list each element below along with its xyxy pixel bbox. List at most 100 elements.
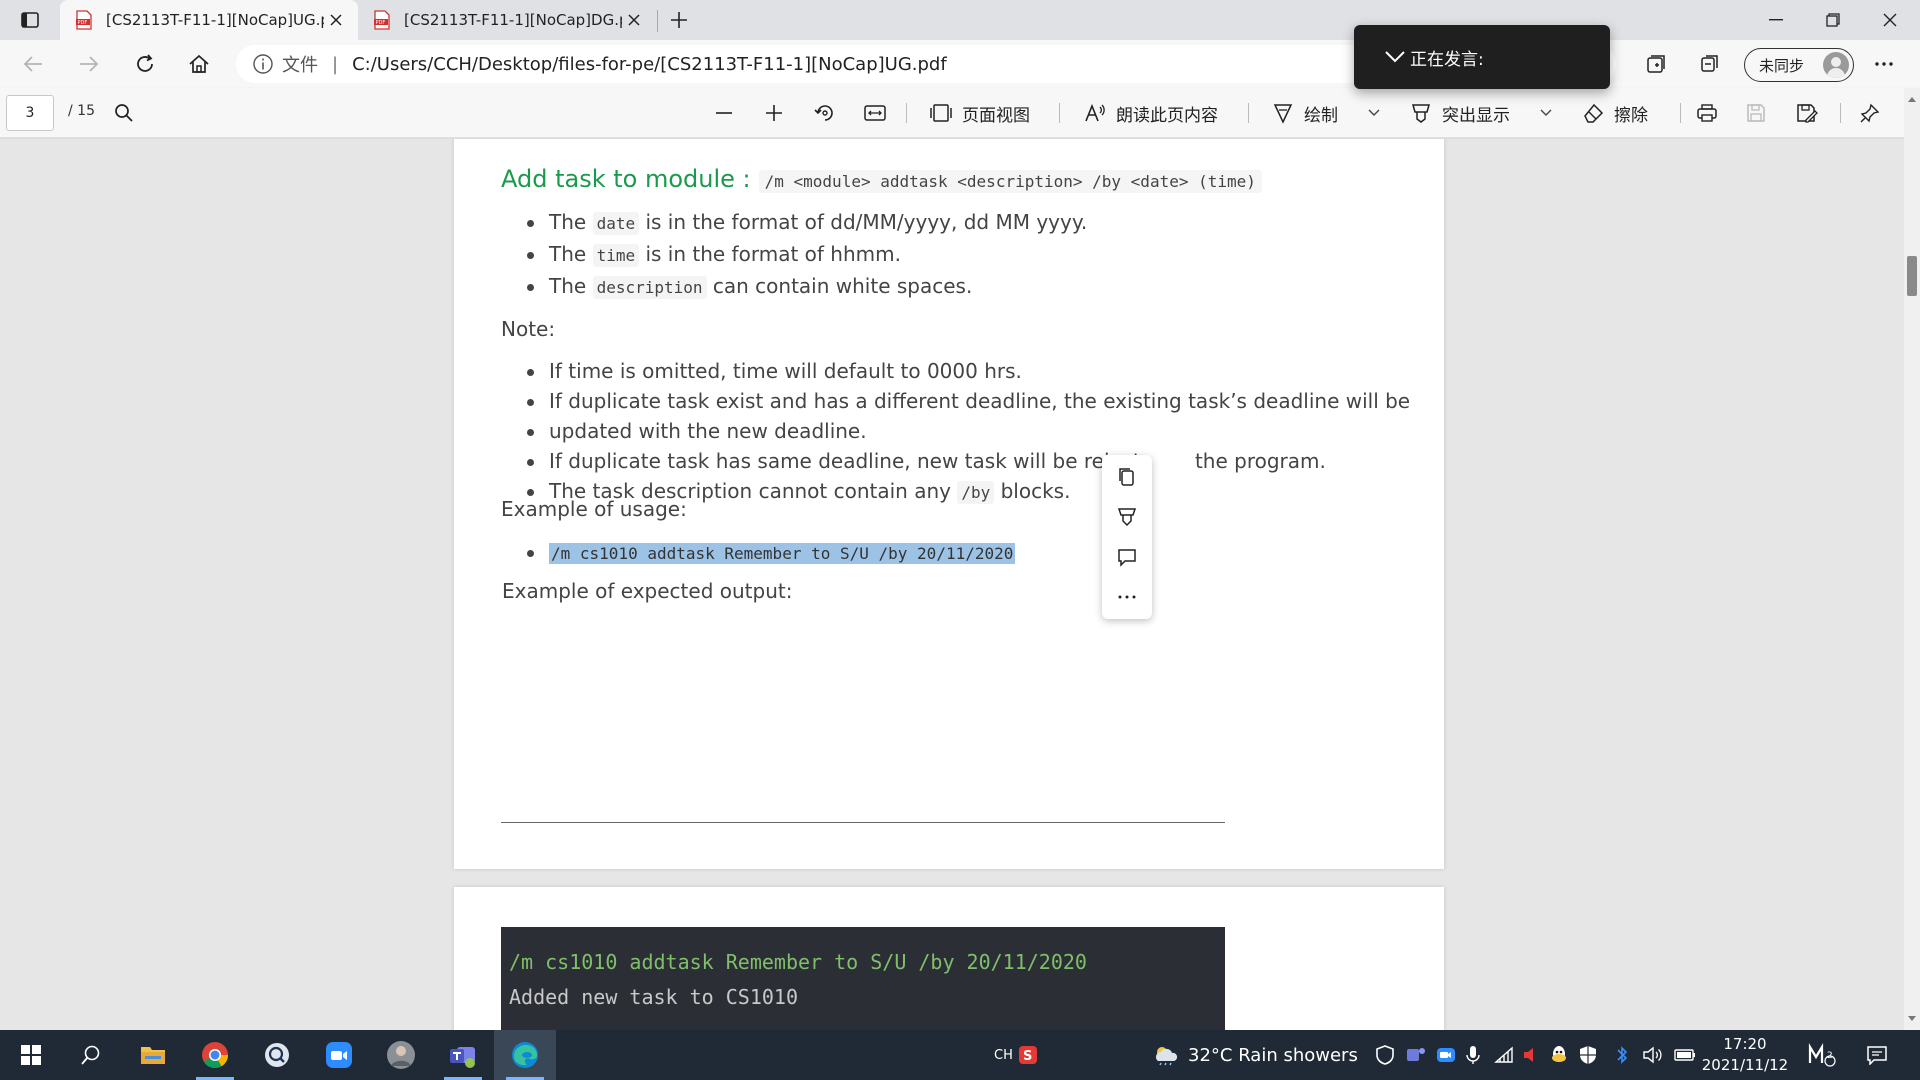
highlight-button[interactable]: 突出显示 [1410,97,1510,129]
taskbar: CH S 32°C Rain showers 17:20 2021/11/12 … [0,1030,1920,1080]
close-tab-icon[interactable] [622,8,646,32]
scroll-down-icon[interactable] [1908,1014,1916,1022]
more-actions-icon[interactable] [1115,585,1139,609]
weather-widget[interactable]: 32°C Rain showers [1152,1030,1358,1080]
scrollbar-thumb[interactable] [1907,256,1917,296]
battery-icon[interactable] [1674,1030,1696,1080]
draw-button[interactable]: 绘制 [1272,97,1338,129]
selected-usage-code[interactable]: /m cs1010 addtask Remember to S/U /by 20… [549,543,1016,564]
more-options-icon[interactable] [1866,48,1902,80]
draw-options-chevron-icon[interactable] [1368,97,1390,129]
highlight-options-chevron-icon[interactable] [1540,97,1562,129]
restore-icon[interactable] [1805,0,1861,40]
save-icon[interactable] [1746,97,1776,129]
action-center-icon[interactable] [1866,1030,1888,1080]
tab-ug-pdf[interactable]: PDF [CS2113T-F11-1][NoCap]UG.pdf [60,0,358,40]
draw-label: 绘制 [1304,105,1338,126]
network-icon[interactable] [1494,1030,1514,1080]
performance-icon[interactable] [1692,48,1728,80]
close-tab-icon[interactable] [324,8,348,32]
collections-icon[interactable] [1638,48,1674,80]
profile-sync-button[interactable]: 未同步 [1744,48,1854,82]
clock-time: 17:20 [1723,1035,1767,1053]
erase-button[interactable]: 擦除 [1582,97,1648,129]
bluetooth-icon[interactable] [1616,1030,1628,1080]
copy-icon[interactable] [1115,465,1139,489]
ime-s-icon[interactable]: S [1018,1030,1038,1080]
fit-width-icon[interactable] [864,97,896,129]
home-icon[interactable] [182,48,216,80]
start-icon[interactable] [0,1030,62,1080]
list-item: The date is in the format of dd/MM/yyyy,… [501,207,1087,239]
info-icon[interactable] [252,53,274,75]
list-item: The description can contain white spaces… [501,271,1087,303]
list-item: If time is omitted, time will default to… [501,356,1410,386]
forward-icon[interactable] [72,48,106,80]
pin-toolbar-icon[interactable] [1860,97,1890,129]
teams-icon[interactable] [432,1030,494,1080]
zoom-tray-icon[interactable] [1436,1030,1456,1080]
tab-title: [CS2113T-F11-1][NoCap]UG.pdf [106,11,324,29]
page-total: / 15 [68,103,95,119]
comment-icon[interactable] [1115,545,1139,569]
new-tab-icon[interactable] [664,6,694,34]
read-aloud-status-popup[interactable]: 正在发言: [1354,25,1610,89]
highlighter-icon[interactable] [1115,505,1139,529]
zoom-app-icon[interactable] [308,1030,370,1080]
defender-icon[interactable] [1376,1030,1394,1080]
selection-context-toolbar [1102,455,1152,619]
teams-tray-icon[interactable] [1406,1030,1426,1080]
scroll-up-icon[interactable] [1908,96,1916,104]
input-method-indicator[interactable]: CH [994,1030,1013,1080]
page-view-icon [930,104,952,122]
page-number-input[interactable]: 3 [6,95,54,131]
svg-text:S: S [1023,1049,1032,1064]
back-icon[interactable] [16,48,50,80]
url-text[interactable]: C:/Users/CCH/Desktop/files-for-pe/[CS211… [352,54,947,75]
search-app-icon[interactable] [246,1030,308,1080]
save-as-icon[interactable] [1796,97,1828,129]
vertical-scrollbar[interactable] [1904,88,1920,1030]
notification-count-badge: 2 [1827,1051,1833,1061]
pdf-icon: PDF [76,10,92,30]
find-icon[interactable] [114,97,144,129]
tab-actions-icon[interactable] [16,8,44,32]
rotate-icon[interactable] [814,97,846,129]
close-window-icon[interactable] [1862,0,1918,40]
zoom-out-icon[interactable] [714,97,744,129]
system-clock[interactable]: 17:20 2021/11/12 [1700,1034,1790,1076]
navigation-bar: 文件 | C:/Users/CCH/Desktop/files-for-pe/[… [0,40,1920,88]
refresh-icon[interactable] [128,48,162,80]
print-icon[interactable] [1696,97,1728,129]
minimize-icon[interactable] [1748,0,1804,40]
expected-output-label: Example of expected output: [502,579,793,603]
file-explorer-icon[interactable] [122,1030,184,1080]
speaker-muted-icon[interactable] [1522,1030,1542,1080]
list-item-continuation: updated with the new deadline. [501,416,1410,446]
clock-date: 2021/11/12 [1701,1056,1789,1074]
zoom-in-icon[interactable] [764,97,794,129]
user-photo-app-icon[interactable] [370,1030,432,1080]
volume-icon[interactable] [1642,1030,1664,1080]
search-icon[interactable] [60,1030,122,1080]
toolbar-divider [1059,103,1060,123]
svg-text:PDF: PDF [376,20,386,26]
tab-divider [657,10,658,32]
read-aloud-button[interactable]: 朗读此页内容 [1084,97,1218,129]
qq-icon[interactable] [1550,1030,1568,1080]
avatar [1823,52,1849,78]
chevron-down-icon[interactable] [1384,50,1406,64]
note-list: If time is omitted, time will default to… [501,356,1410,508]
ime-mode-icon[interactable]: 2 [1808,1030,1838,1080]
security-shield-icon[interactable] [1578,1030,1598,1080]
tab-strip: PDF [CS2113T-F11-1][NoCap]UG.pdf PDF [CS… [0,0,1920,40]
pdf-viewer[interactable]: Add task to module : /m <module> addtask… [0,139,1904,1030]
microphone-icon[interactable] [1466,1030,1480,1080]
chrome-icon[interactable] [184,1030,246,1080]
tab-title: [CS2113T-F11-1][NoCap]DG.pdf [404,11,622,29]
tab-dg-pdf[interactable]: PDF [CS2113T-F11-1][NoCap]DG.pdf [358,0,656,40]
svg-text:PDF: PDF [78,20,88,26]
list-item: The time is in the format of hhmm. [501,239,1087,271]
edge-icon[interactable] [494,1030,556,1080]
page-view-button[interactable]: 页面视图 [930,97,1030,129]
